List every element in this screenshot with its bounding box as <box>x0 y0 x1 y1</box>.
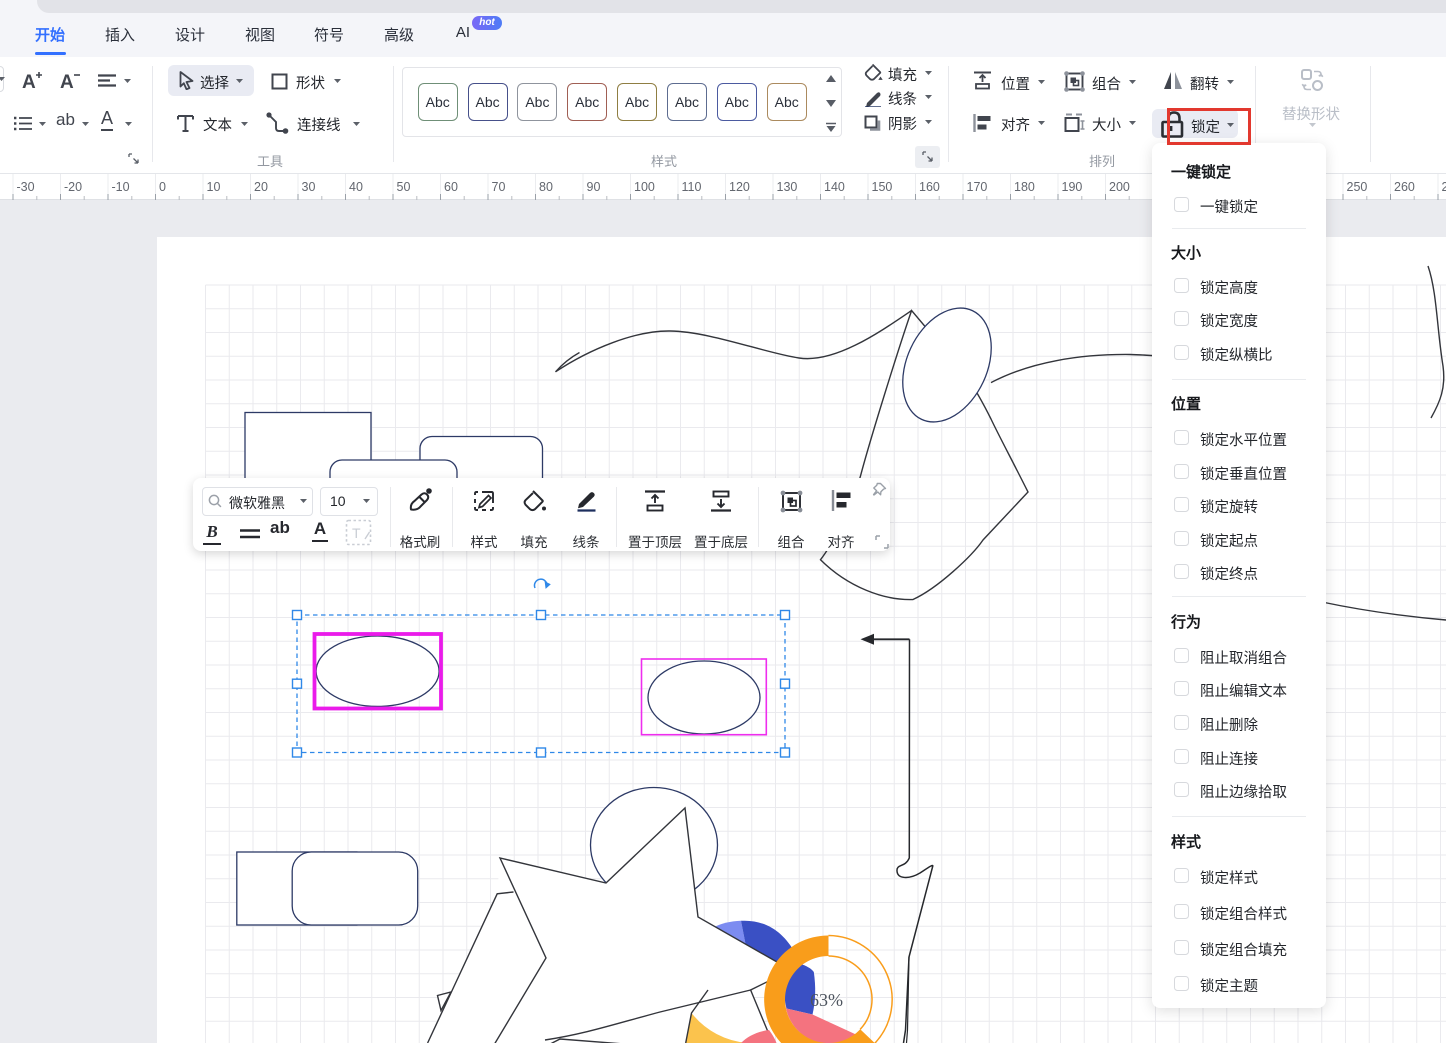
svg-text:A: A <box>60 72 74 91</box>
svg-text:260: 260 <box>1394 180 1415 194</box>
svg-text:50: 50 <box>397 180 411 194</box>
svg-text:270: 270 <box>1442 180 1446 194</box>
svg-text:63%: 63% <box>810 990 843 1010</box>
svg-text:70: 70 <box>492 180 506 194</box>
svg-text:100: 100 <box>634 180 655 194</box>
svg-text:150: 150 <box>872 180 893 194</box>
svg-text:60: 60 <box>444 180 458 194</box>
svg-text:180: 180 <box>1014 180 1035 194</box>
svg-text:-10: -10 <box>112 180 130 194</box>
svg-text:20: 20 <box>254 180 268 194</box>
svg-text:-20: -20 <box>64 180 82 194</box>
svg-text:140: 140 <box>824 180 845 194</box>
svg-text:200: 200 <box>1109 180 1130 194</box>
svg-text:T: T <box>352 525 361 541</box>
svg-text:10: 10 <box>207 180 221 194</box>
svg-text:170: 170 <box>967 180 988 194</box>
svg-text:120: 120 <box>729 180 750 194</box>
svg-text:90: 90 <box>587 180 601 194</box>
svg-text:160: 160 <box>919 180 940 194</box>
svg-text:-30: -30 <box>17 180 35 194</box>
svg-text:110: 110 <box>682 180 702 194</box>
svg-text:80: 80 <box>539 180 553 194</box>
svg-text:130: 130 <box>777 180 798 194</box>
svg-text:0: 0 <box>159 180 166 194</box>
svg-text:A: A <box>22 72 36 91</box>
svg-text:250: 250 <box>1347 180 1368 194</box>
svg-text:190: 190 <box>1062 180 1083 194</box>
svg-text:30: 30 <box>302 180 316 194</box>
svg-text:40: 40 <box>349 180 363 194</box>
